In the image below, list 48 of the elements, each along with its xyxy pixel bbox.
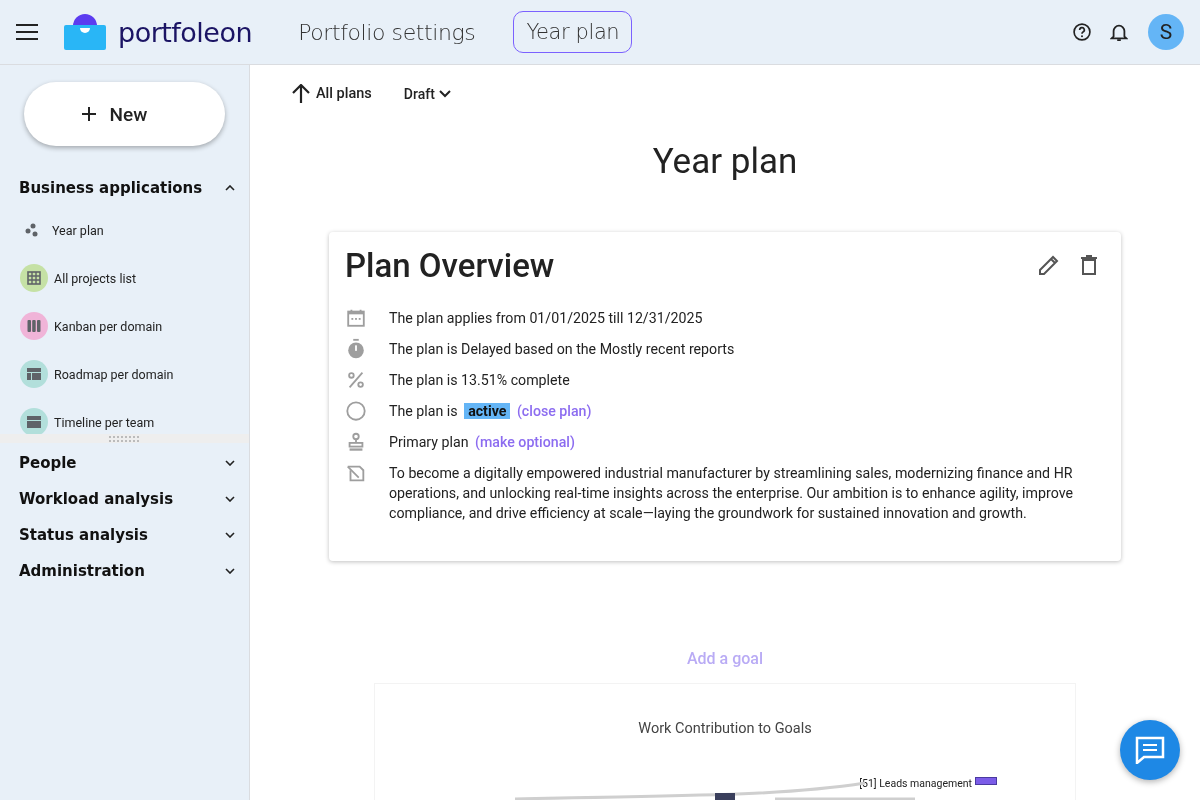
- sidebar-section[interactable]: Workload analysis: [0, 481, 249, 517]
- sidebar-item[interactable]: Kanban per domain: [54, 318, 163, 334]
- bell-icon[interactable]: [1110, 22, 1128, 42]
- current-page-chip[interactable]: Year plan: [513, 11, 633, 53]
- all-plans-link[interactable]: All plans: [292, 83, 372, 104]
- node-bar-icon: [975, 776, 997, 785]
- overview-text: Primary plan (make optional): [389, 432, 575, 452]
- sidebar-item[interactable]: All projects list: [54, 270, 137, 286]
- overview-text: The plan is Delayed based on the Mostly recent reports: [389, 339, 735, 359]
- sidebar-item[interactable]: Roadmap per domain: [54, 366, 174, 382]
- status-dropdown[interactable]: Draft: [403, 85, 451, 102]
- page-title: Year plan: [651, 140, 799, 182]
- chevron-down-icon: [225, 460, 235, 466]
- plus-icon: [81, 107, 96, 121]
- overview-text: The plan is 13.51% complete: [389, 370, 570, 390]
- sidebar-section[interactable]: Status analysis: [0, 517, 249, 553]
- logo-text: portfoleon: [118, 16, 253, 48]
- card-title: Plan Overview: [345, 245, 555, 285]
- chat-icon: [1135, 736, 1165, 764]
- bag-icon[interactable]: [64, 14, 106, 50]
- user-avatar[interactable]: S: [1148, 14, 1184, 50]
- arrow-up-icon: [292, 83, 310, 104]
- chevron-up-icon: [225, 185, 235, 191]
- action-link[interactable]: (make optional): [475, 433, 575, 450]
- overview-text: The plan applies from 01/01/2025 till 12/31/2025: [389, 308, 703, 328]
- chevron-down-icon: [225, 568, 235, 574]
- stopwatch-icon: [345, 337, 367, 360]
- dots-icon: [24, 222, 40, 238]
- circle-icon: [345, 399, 367, 422]
- sidebar-item[interactable]: Year plan: [52, 222, 104, 238]
- new-button[interactable]: New: [24, 82, 225, 146]
- drag-handle-icon[interactable]: [108, 435, 141, 442]
- pencil-icon[interactable]: [1037, 253, 1061, 278]
- menu-icon[interactable]: [16, 24, 38, 40]
- chevron-down-icon: [438, 89, 451, 98]
- sidebar-section[interactable]: Business applications: [0, 170, 249, 206]
- chart-title: Work Contribution to Goals: [638, 719, 812, 737]
- portfolio-settings-link[interactable]: Portfolio settings: [298, 19, 476, 45]
- chat-button[interactable]: [1120, 720, 1180, 780]
- sidebar-section[interactable]: People: [0, 445, 249, 481]
- help-icon[interactable]: [1072, 22, 1092, 42]
- overview-text: To become a digitally empowered industrial manufacturer by streamlining sales, modernizing finance and HR operations, and unlocking real-time insights across the enterprise. Our ambition is to enhance agility, improve compliance, and drive efficiency at scale—laying the groundwork for sustained innovation and growth.: [389, 463, 1074, 523]
- sidebar-section[interactable]: Administration: [0, 553, 249, 589]
- chevron-down-icon: [225, 532, 235, 538]
- sidebar-item[interactable]: Timeline per team: [54, 414, 155, 430]
- action-link[interactable]: (close plan): [516, 402, 592, 419]
- chevron-down-icon: [225, 496, 235, 502]
- overview-text: The plan is active (close plan): [389, 401, 592, 421]
